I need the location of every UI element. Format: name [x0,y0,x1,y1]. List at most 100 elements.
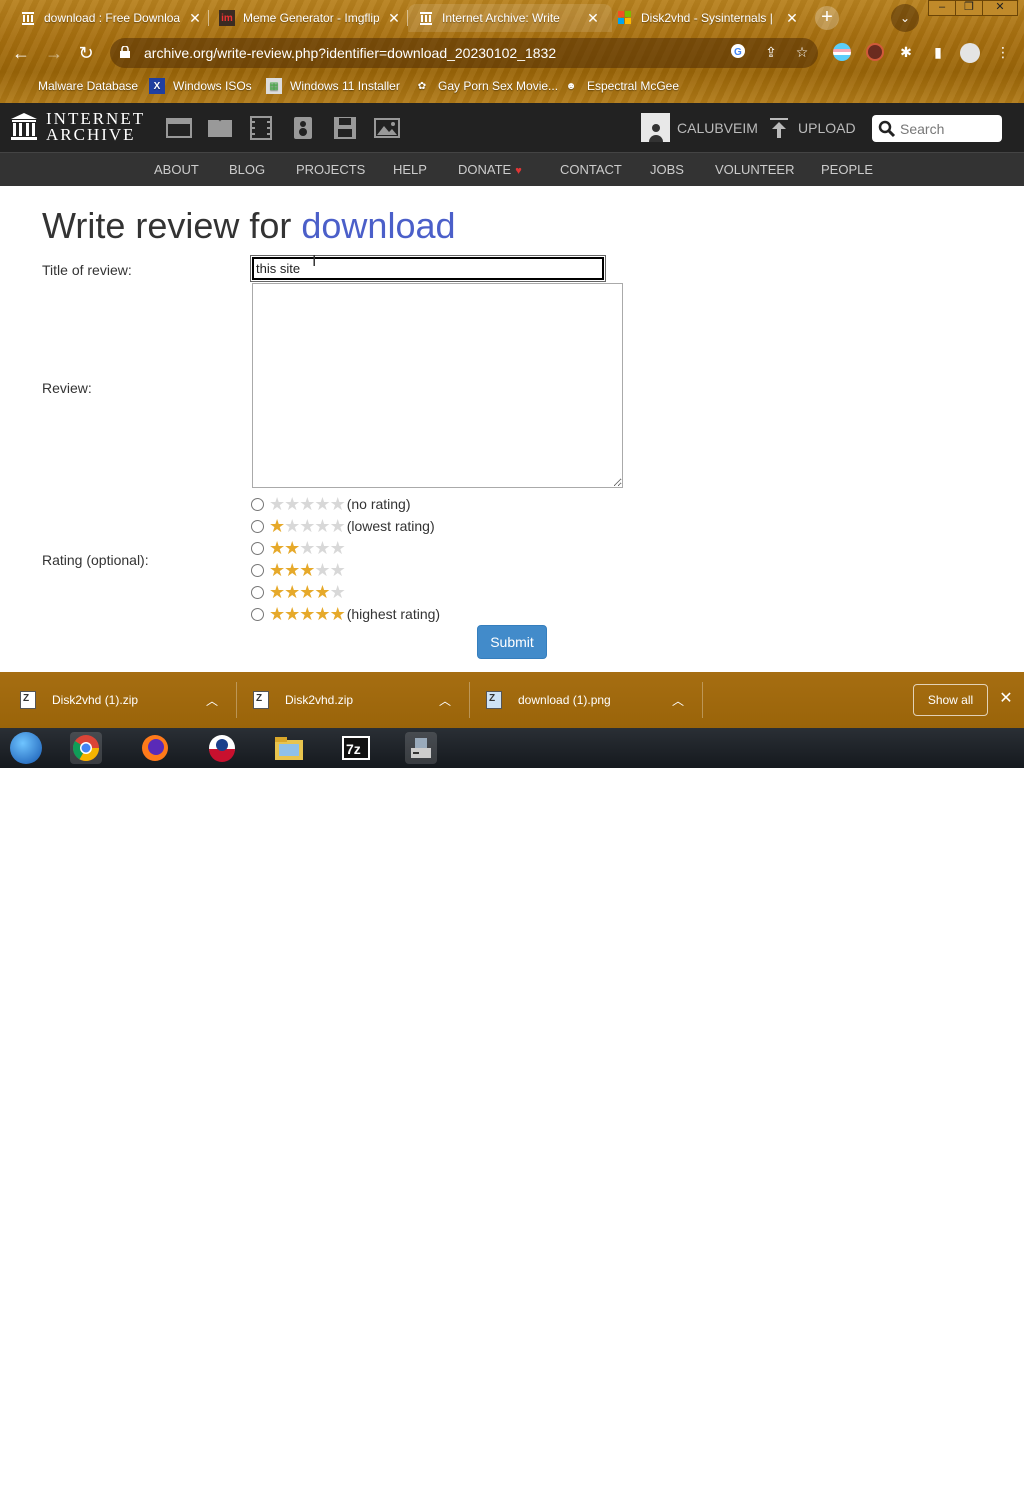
web-icon[interactable] [166,116,192,140]
action-center-flag-icon[interactable]: ⚑ [869,1468,885,1482]
back-icon[interactable]: ← [8,40,34,66]
review-textarea[interactable] [252,283,623,488]
tab-free-download[interactable]: download : Free Download ✕ [10,4,214,32]
start-orb-icon[interactable] [10,732,42,764]
upload-icon [770,118,788,138]
star-icon: ★ [284,582,300,602]
rating-radio[interactable] [251,541,264,555]
chrome-taskbar-icon[interactable] [70,732,102,764]
nav-jobs[interactable]: JOBS [650,162,684,177]
username: CALUBVEIM [677,119,758,136]
star-icon: ★ [299,494,315,514]
extensions-puzzle-icon[interactable]: ✱ [897,43,915,61]
bookmark-espectral-mcgee[interactable]: ☻ Espectral McGee [563,76,679,96]
star-icon: ★ [314,604,330,624]
address-bar[interactable]: archive.org/write-review.php?identifier=… [110,38,818,68]
file-explorer-taskbar-icon[interactable] [273,732,305,764]
rating-option[interactable]: ★ ★ ★ ★ ★ [251,582,347,602]
rating-radio[interactable] [251,607,264,621]
rating-radio[interactable] [251,519,264,533]
firefox-taskbar-icon[interactable] [139,732,171,764]
close-icon[interactable]: ✕ [584,10,602,27]
tab-meme-generator[interactable]: im Meme Generator - Imgflip ✕ [209,4,413,32]
close-icon[interactable]: ✕ [783,10,801,27]
chevron-up-icon[interactable]: ︿ [206,692,218,709]
nav-blog[interactable]: BLOG [229,162,265,177]
nav-volunteer[interactable]: VOLUNTEER [715,162,794,177]
rating-option[interactable]: ★ ★ ★ ★ ★ (highest rating) [251,604,440,624]
menu-kebab-icon[interactable]: ⋮ [994,43,1012,61]
rating-note: (no rating) [346,496,411,512]
texts-icon[interactable] [207,116,233,140]
submit-button[interactable]: Submit [477,625,547,659]
extension-flag-icon[interactable] [833,43,851,61]
rating-option[interactable]: ★ ★ ★ ★ ★ [251,560,347,580]
side-panel-icon[interactable]: ▮ [929,43,947,61]
search-icon[interactable] [878,120,896,138]
close-icon[interactable]: ✕ [997,690,1015,708]
video-icon[interactable] [248,116,274,140]
7zip-taskbar-icon[interactable]: 7z [340,732,372,764]
user-menu[interactable]: CALUBVEIM [641,113,758,142]
close-icon[interactable]: ✕ [186,10,204,27]
profile-icon[interactable] [960,43,980,63]
tab-disk2vhd[interactable]: Disk2vhd - Sysinternals | ✕ [607,4,811,32]
bookmark-star-icon[interactable]: ☆ [793,43,811,61]
review-label: Review: [42,380,92,396]
nav-about[interactable]: ABOUT [154,162,199,177]
rating-radio[interactable] [251,563,264,577]
minimize-button[interactable]: – [928,0,956,16]
google-lens-icon[interactable]: G [729,43,747,61]
zip-file-icon [253,691,269,709]
download-item[interactable]: Disk2vhd.zip ︿ [253,672,463,728]
bookmark-movie[interactable]: ✿ Gay Porn Sex Movie... [414,76,558,96]
reload-icon[interactable]: ↻ [73,40,99,66]
obama-logo-taskbar-icon[interactable] [206,732,238,764]
bookmark-windows-11-installer[interactable]: ▦ Windows 11 Installer [266,76,400,96]
search-input[interactable] [900,120,996,137]
bookmark-malware-database[interactable]: Malware Database [14,76,138,96]
nav-projects[interactable]: PROJECTS [296,162,365,177]
rating-option[interactable]: ★ ★ ★ ★ ★ (no rating) [251,494,411,514]
bookmark-windows-isos[interactable]: X Windows ISOs [149,76,252,96]
disk-utility-taskbar-icon[interactable] [405,732,437,764]
upload-button[interactable]: UPLOAD [769,117,856,139]
rating-radio[interactable] [251,585,264,599]
download-item[interactable]: Disk2vhd (1).zip ︿ [20,672,230,728]
tab-search-button[interactable]: ⌄ [891,4,919,32]
forward-icon[interactable]: → [41,40,67,66]
share-icon[interactable]: ⇪ [762,43,780,61]
close-window-button[interactable]: ✕ [982,0,1018,16]
close-icon[interactable]: ✕ [385,10,403,27]
star-icon: ★ [314,538,330,558]
zip-file-icon [20,691,36,709]
nav-people[interactable]: PEOPLE [821,162,873,177]
nav-help[interactable]: HELP [393,162,427,177]
review-title-input[interactable] [250,255,606,282]
volume-icon[interactable]: 🕪 [917,1468,933,1483]
software-icon[interactable] [332,116,358,140]
rating-option[interactable]: ★ ★ ★ ★ ★ [251,538,347,558]
audio-icon[interactable] [290,116,316,140]
clock-time: 1:38 PM [956,1461,1002,1475]
download-filename: Disk2vhd (1).zip [52,693,139,707]
extension-avatar-icon[interactable] [866,43,884,61]
network-icon[interactable]: ▥ [893,1468,909,1482]
download-item[interactable]: download (1).png ︿ [486,672,696,728]
rating-radio[interactable] [251,497,264,511]
tab-write-review[interactable]: Internet Archive: Write ✕ [408,4,612,32]
chevron-up-icon[interactable]: ︿ [439,692,451,709]
rating-option[interactable]: ★ ★ ★ ★ ★ (lowest rating) [251,516,435,536]
bookmark-label: Malware Database [38,79,139,93]
show-all-button[interactable]: Show all [913,684,988,716]
nav-contact[interactable]: CONTACT [560,162,622,177]
images-icon[interactable] [374,116,400,140]
maximize-button[interactable]: ❐ [955,0,983,16]
new-tab-button[interactable]: + [815,6,839,30]
chevron-up-icon[interactable]: ︿ [672,692,684,709]
star-icon: ★ [284,604,300,624]
nav-donate[interactable]: DONATE ♥ [458,162,522,177]
identifier-link[interactable]: download [301,205,455,246]
system-clock[interactable]: 1:38 PM 1/2/2023 [948,1460,1010,1492]
ia-logo[interactable]: INTERNET ARCHIVE [10,110,145,143]
